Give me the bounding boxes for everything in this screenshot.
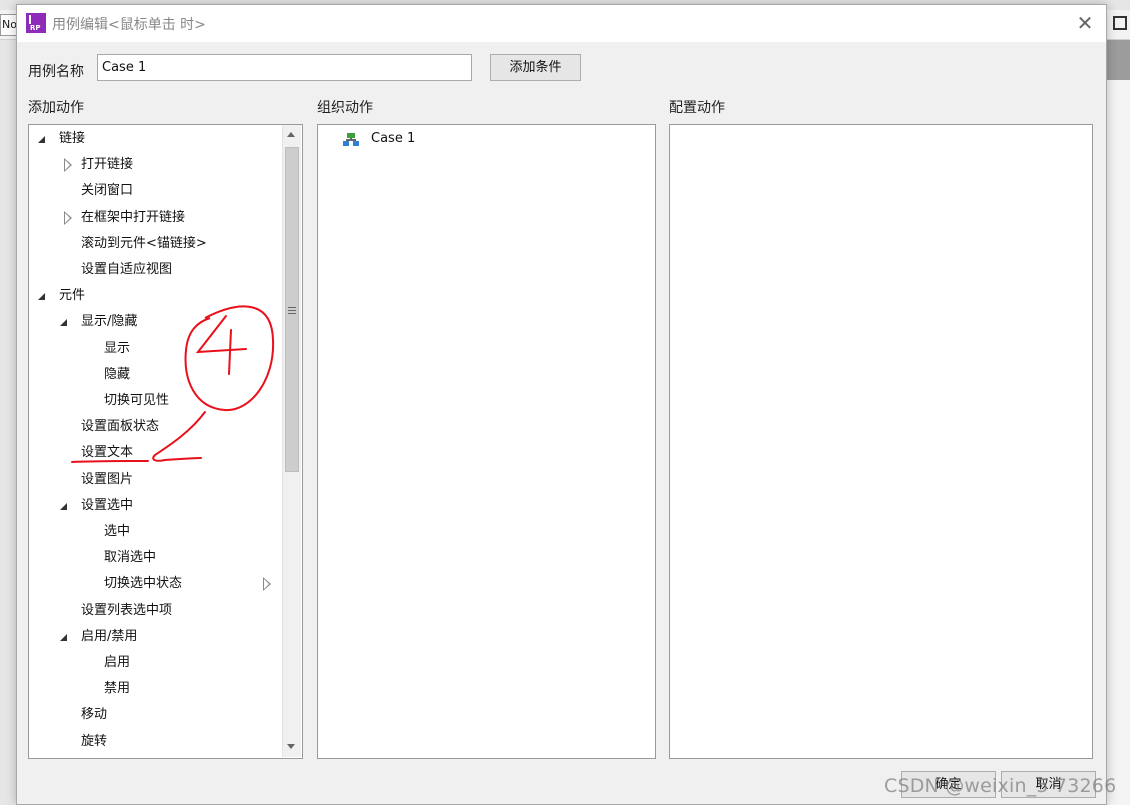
tree-item[interactable]: 链接 <box>59 128 85 150</box>
case-name-label: 用例名称 <box>28 64 84 80</box>
tree-item[interactable]: 切换选中状态 <box>104 573 182 595</box>
tree-item[interactable]: 选中 <box>104 521 130 543</box>
tree-item[interactable]: 在框架中打开链接 <box>81 207 185 229</box>
tree-item[interactable]: 关闭窗口 <box>81 180 133 202</box>
case-name-input[interactable] <box>97 54 472 81</box>
add-actions-tree[interactable]: 链接打开链接关闭窗口在框架中打开链接 滚动到元件<锚链接> 设置自适应视图元件显示/… <box>28 124 303 759</box>
add-condition-button[interactable]: 添加条件 <box>490 54 581 81</box>
tree-item[interactable]: 启用/禁用 <box>81 626 137 648</box>
dialog-titlebar: RP 用例编辑<鼠标单击 时> ✕ <box>17 5 1106 42</box>
tree-item[interactable]: 显示 <box>104 338 130 360</box>
tree-item[interactable]: 移动 <box>81 704 107 726</box>
collapsed-arrow-icon[interactable] <box>64 158 72 173</box>
case-editor-dialog: RP 用例编辑<鼠标单击 时> ✕ 用例名称 添加条件 添加动作 组织动作 配置… <box>16 4 1107 805</box>
tree-item[interactable]: 设置选中 <box>81 495 133 517</box>
expanded-arrow-icon[interactable] <box>60 633 67 641</box>
dialog-title: 用例编辑<鼠标单击 时> <box>52 17 206 33</box>
scroll-down-icon[interactable] <box>287 744 295 749</box>
tree-item[interactable]: 元件 <box>59 285 85 307</box>
tree-item[interactable]: 禁用 <box>104 678 130 700</box>
case-item[interactable]: Case 1 <box>371 128 415 150</box>
scroll-grip-icon <box>288 307 296 308</box>
expanded-arrow-icon[interactable] <box>60 319 67 327</box>
expanded-arrow-icon[interactable] <box>60 502 67 510</box>
tree-item[interactable]: 取消选中 <box>104 547 156 569</box>
tree-item[interactable]: 设置图片 <box>81 469 133 491</box>
tree-item[interactable]: 启用 <box>104 652 130 674</box>
add-actions-header: 添加动作 <box>28 100 84 116</box>
scroll-up-icon[interactable] <box>287 132 295 137</box>
configure-actions-header: 配置动作 <box>669 100 725 116</box>
scroll-grip-icon <box>288 310 296 311</box>
case-tree-icon <box>343 133 359 147</box>
submenu-arrow-icon[interactable] <box>263 577 271 592</box>
scroll-grip-icon <box>288 313 296 314</box>
expanded-arrow-icon[interactable] <box>38 136 45 143</box>
axure-logo-icon: RP <box>26 13 46 33</box>
tree-item[interactable]: 设置自适应视图 <box>81 259 172 281</box>
tree-item[interactable]: 隐藏 <box>104 364 130 386</box>
background-right-panel <box>1107 80 1130 805</box>
expanded-arrow-icon[interactable] <box>38 293 45 301</box>
collapsed-arrow-icon[interactable] <box>64 210 72 225</box>
background-right-strip <box>1107 40 1130 80</box>
tree-item[interactable]: 设置面板状态 <box>81 416 159 438</box>
tree-item[interactable]: 设置文本 <box>81 442 133 464</box>
tree-item[interactable]: 打开链接 <box>81 154 133 176</box>
configure-actions-panel[interactable] <box>669 124 1093 759</box>
tree-item[interactable]: 滚动到元件<锚链接> <box>81 233 207 255</box>
csdn-watermark: CSDN @weixin_5 73266 <box>884 775 1117 797</box>
tree-item[interactable]: 显示/隐藏 <box>81 311 137 333</box>
fullscreen-icon[interactable] <box>1113 16 1127 30</box>
tree-item[interactable]: 旋转 <box>81 731 107 753</box>
tree-item[interactable]: 设置列表选中项 <box>81 600 172 622</box>
organize-actions-panel[interactable]: Case 1 <box>317 124 656 759</box>
organize-actions-header: 组织动作 <box>317 100 373 116</box>
tree-item[interactable]: 切换可见性 <box>104 390 169 412</box>
close-icon[interactable]: ✕ <box>1075 13 1095 33</box>
